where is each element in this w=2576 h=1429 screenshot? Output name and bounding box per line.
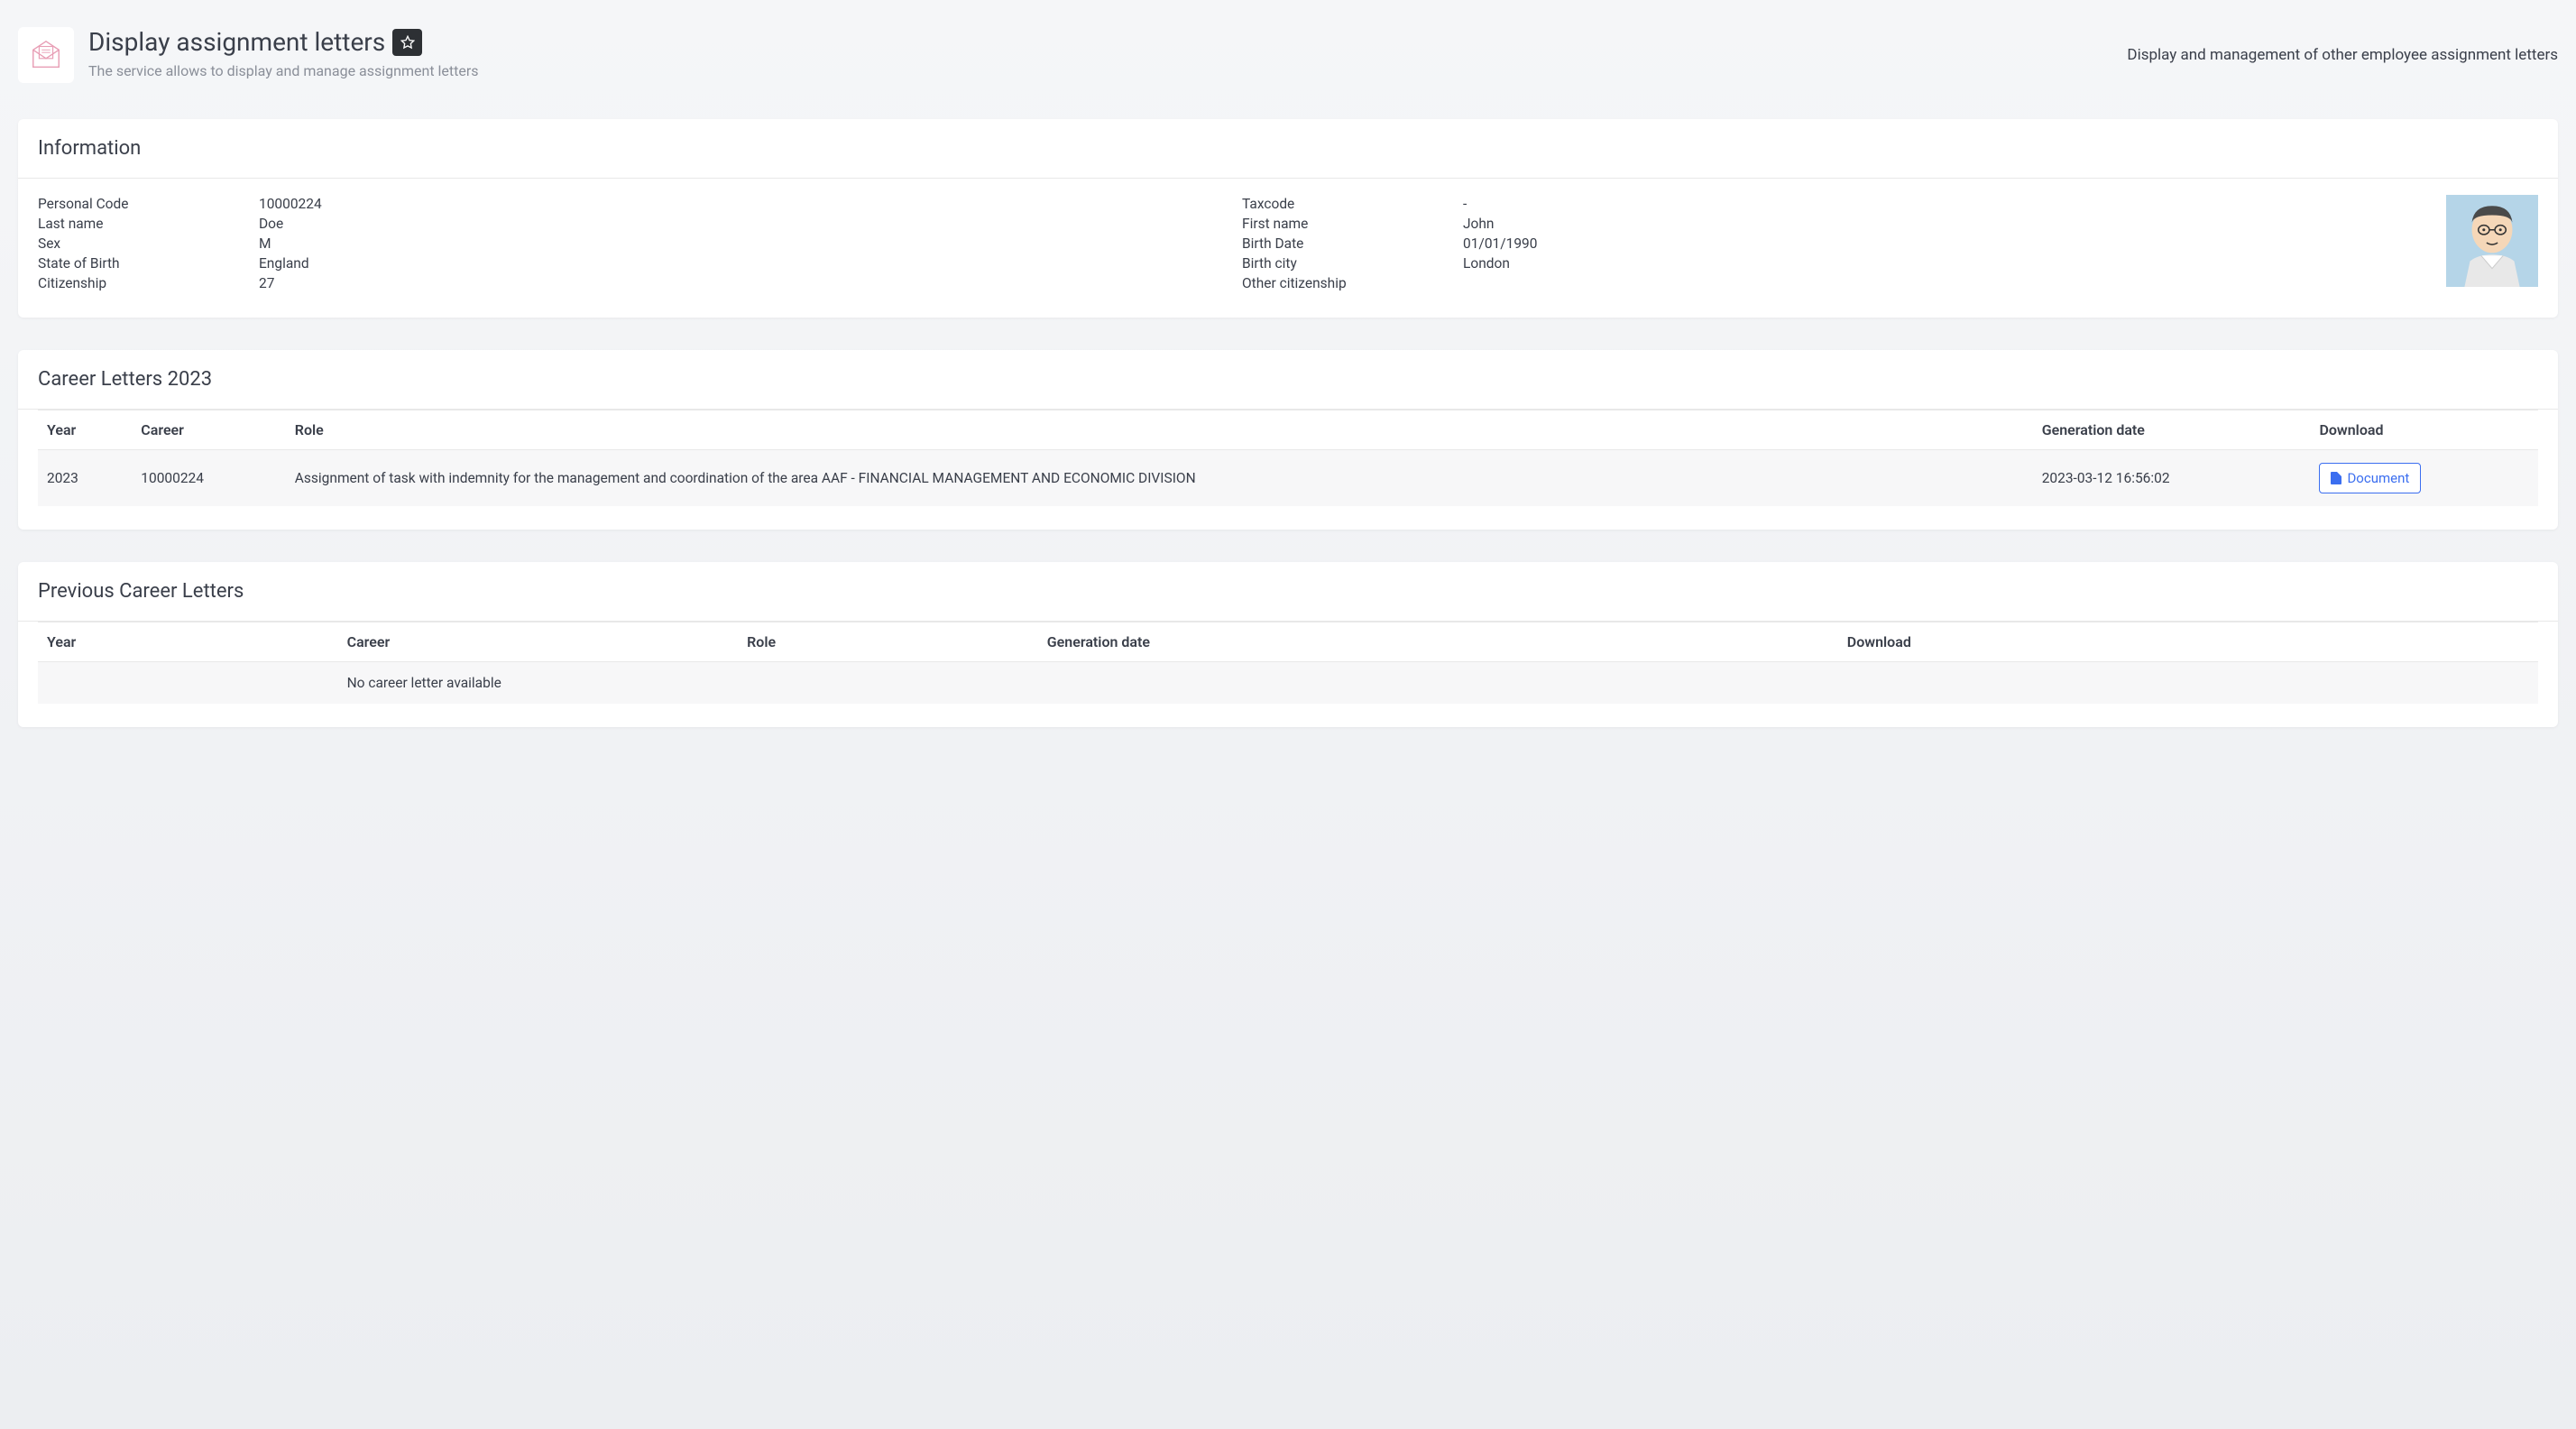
cell-download: Document — [2310, 450, 2538, 507]
value-citizenship: 27 — [259, 274, 1215, 292]
label-birth-city: Birth city — [1242, 254, 1463, 272]
header-main: Display assignment letters The service a… — [88, 27, 2112, 79]
table-row-empty: No career letter available — [38, 662, 2538, 705]
th-year: Year — [38, 410, 132, 450]
value-other-citizenship — [1463, 274, 2419, 292]
cell-year: 2023 — [38, 450, 132, 507]
info-column-left: Personal Code 10000224 Last name Doe Sex… — [38, 195, 1215, 292]
page-title: Display assignment letters — [88, 27, 385, 57]
avatar — [2446, 195, 2538, 287]
value-state-of-birth: England — [259, 254, 1215, 272]
current-letters-table: Year Career Role Generation date Downloa… — [38, 410, 2538, 506]
th-prev-download: Download — [1838, 622, 2538, 662]
previous-letters-table: Year Career Role Generation date Downloa… — [38, 622, 2538, 704]
th-download: Download — [2310, 410, 2538, 450]
star-icon — [400, 35, 415, 50]
label-sex: Sex — [38, 235, 259, 253]
page-subtitle: The service allows to display and manage… — [88, 62, 2112, 79]
th-role: Role — [286, 410, 2033, 450]
value-birth-date: 01/01/1990 — [1463, 235, 2419, 253]
download-label: Document — [2347, 470, 2409, 486]
label-last-name: Last name — [38, 215, 259, 233]
empty-message: No career letter available — [338, 662, 2538, 705]
info-column-right: Taxcode - First name John Birth Date 01/… — [1242, 195, 2419, 292]
cell-role: Assignment of task with indemnity for th… — [286, 450, 2033, 507]
previous-letters-card: Previous Career Letters Year Career Role… — [18, 562, 2558, 727]
value-sex: M — [259, 235, 1215, 253]
label-other-citizenship: Other citizenship — [1242, 274, 1463, 292]
letter-icon — [29, 38, 63, 72]
label-personal-code: Personal Code — [38, 195, 259, 213]
th-prev-year: Year — [38, 622, 338, 662]
th-prev-career: Career — [338, 622, 739, 662]
th-generation-date: Generation date — [2033, 410, 2311, 450]
header-right-text: Display and management of other employee… — [2127, 46, 2558, 64]
favorite-button[interactable] — [392, 29, 422, 56]
pdf-file-icon — [2331, 472, 2341, 484]
label-birth-date: Birth Date — [1242, 235, 1463, 253]
value-taxcode: - — [1463, 195, 2419, 213]
value-personal-code: 10000224 — [259, 195, 1215, 213]
value-last-name: Doe — [259, 215, 1215, 233]
label-taxcode: Taxcode — [1242, 195, 1463, 213]
label-first-name: First name — [1242, 215, 1463, 233]
th-prev-role: Role — [738, 622, 1038, 662]
cell-generation-date: 2023-03-12 16:56:02 — [2033, 450, 2311, 507]
download-document-button[interactable]: Document — [2319, 463, 2421, 493]
information-card: Information Personal Code 10000224 Last … — [18, 119, 2558, 318]
value-first-name: John — [1463, 215, 2419, 233]
table-row: 2023 10000224 Assignment of task with in… — [38, 450, 2538, 507]
label-state-of-birth: State of Birth — [38, 254, 259, 272]
cell-career: 10000224 — [132, 450, 286, 507]
page-header: Display assignment letters The service a… — [0, 0, 2576, 119]
current-letters-title: Career Letters 2023 — [38, 368, 2538, 391]
current-letters-card: Career Letters 2023 Year Career Role Gen… — [18, 350, 2558, 530]
header-icon-box — [18, 27, 74, 83]
th-career: Career — [132, 410, 286, 450]
previous-letters-title: Previous Career Letters — [38, 580, 2538, 603]
th-prev-generation-date: Generation date — [1038, 622, 1838, 662]
label-citizenship: Citizenship — [38, 274, 259, 292]
value-birth-city: London — [1463, 254, 2419, 272]
information-title: Information — [38, 137, 2538, 160]
